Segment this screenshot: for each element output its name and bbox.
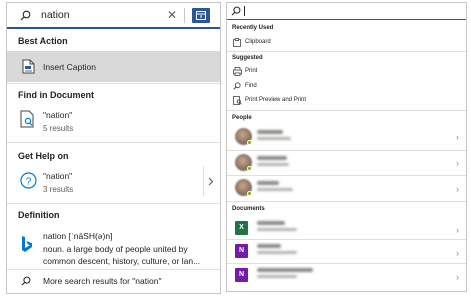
bing-icon: [22, 236, 32, 252]
find-result-count: 5 results: [43, 124, 74, 133]
person-name-redacted: [257, 130, 283, 134]
onenote-icon: N: [235, 244, 248, 258]
search-box[interactable]: [227, 3, 466, 20]
search-results-panel: nation ✕ Best Action Insert Caption Find…: [6, 2, 221, 294]
divider: [227, 150, 466, 151]
chevron-right-icon: ›: [456, 132, 459, 142]
clipboard-label: Clipboard: [245, 39, 271, 45]
search-icon: [21, 276, 31, 286]
divider: [227, 263, 466, 264]
search-input[interactable]: [244, 6, 245, 16]
excel-icon: X: [235, 221, 248, 235]
person-detail-redacted: [257, 163, 289, 166]
clear-search-button[interactable]: ✕: [167, 8, 177, 22]
people-heading: People: [232, 115, 252, 121]
help-query-label: "nation": [43, 171, 73, 181]
divider: [203, 166, 204, 196]
divider: [184, 8, 185, 23]
more-results-label: More search results for "nation": [43, 276, 162, 286]
find-in-document-heading: Find in Document: [18, 90, 94, 100]
find-label: Find: [245, 83, 257, 89]
definition-word: nation [ˈnāSH(ə)n]: [43, 231, 113, 241]
search-panel-icon: [196, 11, 206, 20]
search-icon: [231, 6, 241, 16]
divider: [7, 142, 220, 143]
presence-icon: [247, 140, 252, 145]
search-box[interactable]: nation ✕: [7, 3, 220, 29]
search-suggestions-panel: Recently Used Clipboard Suggested Print …: [226, 2, 467, 292]
document-detail-redacted: [257, 275, 297, 278]
find-document-icon: [20, 110, 34, 128]
print-preview-label: Print Preview and Print: [245, 97, 307, 103]
document-detail-redacted: [257, 251, 297, 254]
find-query-label: "nation": [43, 110, 73, 120]
divider: [227, 201, 466, 202]
divider: [7, 203, 220, 204]
document-detail-redacted: [257, 228, 297, 231]
print-label: Print: [245, 68, 258, 74]
person-detail-redacted: [257, 188, 293, 191]
chevron-right-icon: ›: [456, 225, 459, 235]
divider: [227, 51, 466, 52]
search-icon: [20, 10, 31, 21]
definition-heading: Definition: [18, 210, 60, 220]
document-name-redacted: [257, 268, 313, 272]
documents-heading: Documents: [232, 206, 265, 212]
search-button[interactable]: [192, 8, 210, 23]
print-preview-icon: [233, 96, 242, 105]
definition-meaning-line2: common descent, history, culture, or lan…: [43, 256, 201, 266]
suggested-heading: Suggested: [232, 55, 263, 61]
insert-caption-label: Insert Caption: [43, 62, 96, 72]
insert-caption-icon: [22, 59, 35, 74]
insert-caption-action[interactable]: Insert Caption: [7, 51, 220, 82]
definition-meaning-line1: noun. a large body of people united by: [43, 244, 188, 254]
document-name-redacted: [257, 244, 281, 248]
divider: [7, 269, 220, 270]
get-help-heading: Get Help on: [18, 151, 69, 161]
printer-icon: [233, 67, 242, 76]
document-name-redacted: [257, 221, 285, 225]
divider: [7, 83, 220, 84]
divider: [227, 239, 466, 240]
chevron-right-icon: ›: [456, 248, 459, 258]
onenote-icon: N: [235, 268, 248, 282]
svg-text:?: ?: [26, 176, 32, 187]
chevron-right-icon: ›: [456, 158, 459, 168]
divider: [227, 175, 466, 176]
person-detail-redacted: [257, 137, 291, 140]
search-icon: [233, 82, 241, 90]
divider: [227, 110, 466, 111]
person-name-redacted: [257, 156, 287, 160]
chevron-right-icon[interactable]: [208, 177, 214, 186]
chevron-right-icon: ›: [456, 272, 459, 282]
best-action-heading: Best Action: [18, 36, 68, 46]
help-icon: ?: [20, 172, 37, 189]
presence-icon: [247, 191, 252, 196]
search-input[interactable]: nation: [41, 9, 70, 21]
clipboard-icon: [233, 38, 241, 47]
recently-used-heading: Recently Used: [232, 25, 274, 31]
chevron-right-icon: ›: [456, 184, 459, 194]
person-name-redacted: [257, 181, 279, 185]
presence-icon: [247, 166, 252, 171]
help-result-count: 3 results: [43, 185, 74, 194]
